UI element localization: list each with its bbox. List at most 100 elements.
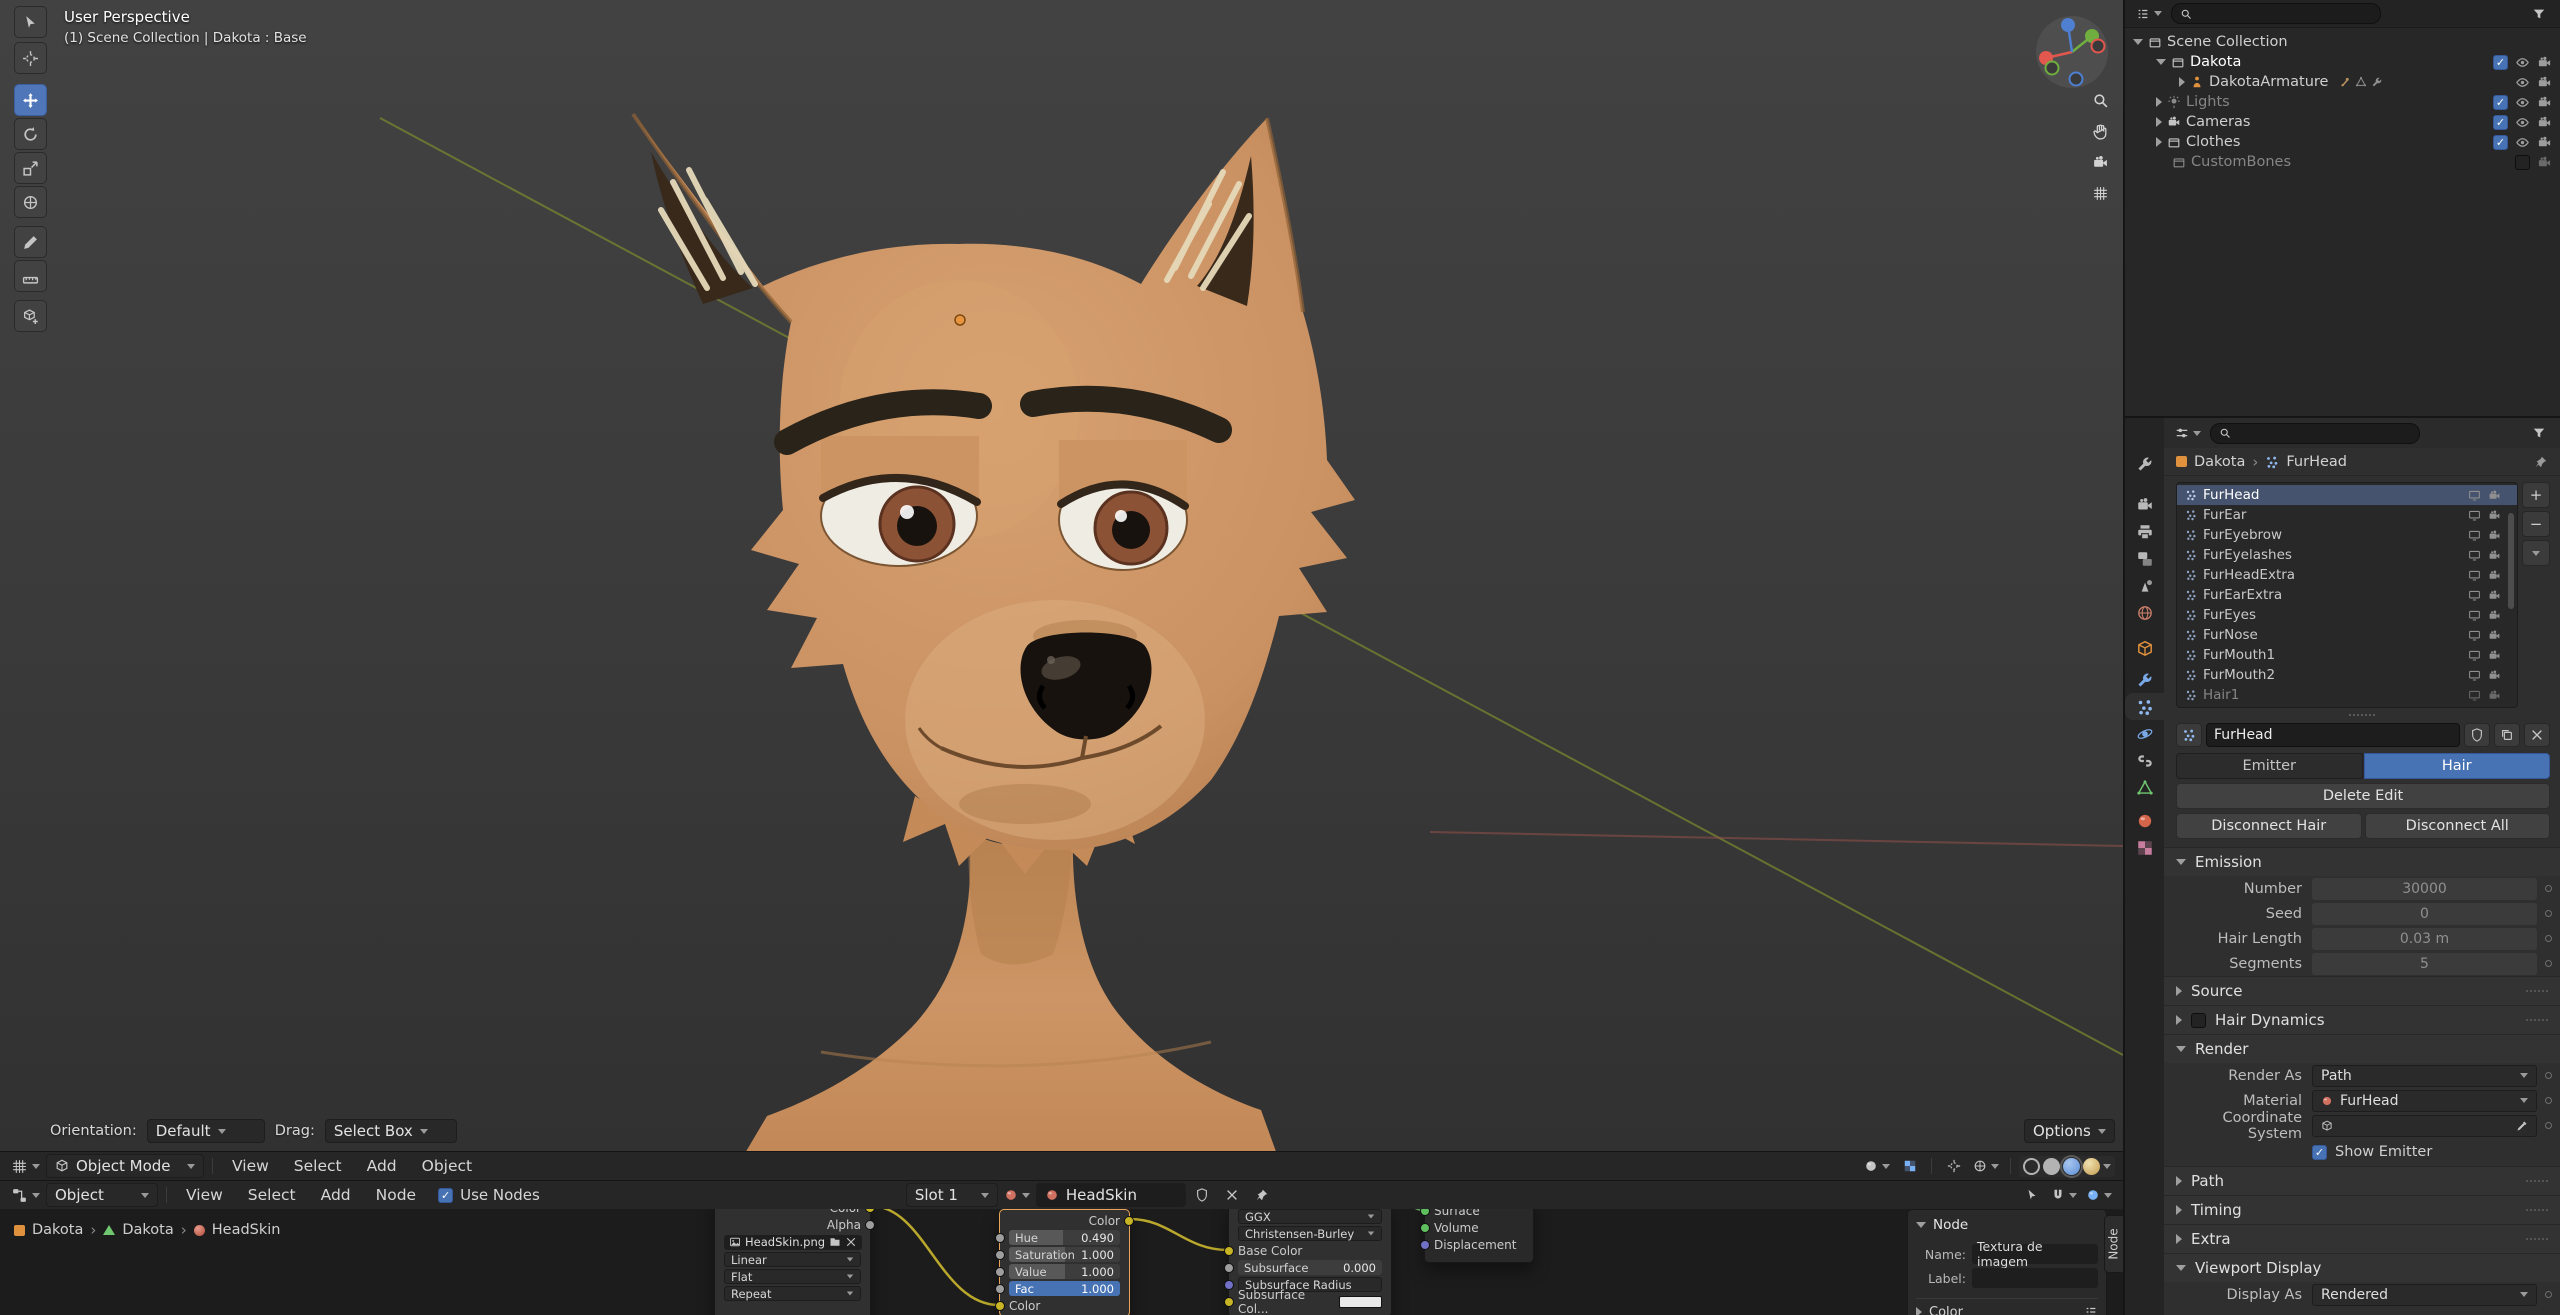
outliner-row-scene-collection[interactable]: Scene Collection [2125, 32, 2560, 52]
options-dropdown[interactable]: Options [2024, 1119, 2115, 1143]
disclosure-icon[interactable] [2156, 117, 2162, 127]
tab-object-data[interactable] [2125, 774, 2164, 801]
coordinate-system-field[interactable] [2312, 1114, 2537, 1137]
segments-field[interactable]: 5 [2312, 952, 2537, 975]
delete-edit-button[interactable]: Delete Edit [2176, 783, 2550, 809]
outliner-row-cameras[interactable]: Cameras [2125, 112, 2560, 132]
surface-input-socket[interactable] [1420, 1209, 1430, 1216]
menu-select[interactable]: Select [237, 1186, 307, 1204]
tool-annotate[interactable] [14, 226, 47, 258]
viewport-toggle-icon[interactable] [2468, 589, 2481, 602]
render-toggle-icon[interactable] [2488, 549, 2501, 562]
list-item[interactable]: FurNose [2177, 625, 2517, 645]
eyedropper-icon[interactable] [2516, 1120, 2528, 1132]
node-color-section[interactable]: Color [1916, 1302, 2098, 1315]
list-item[interactable]: FurEyes [2177, 605, 2517, 625]
list-item[interactable]: FurHead [2177, 485, 2517, 505]
sidebar-tab-node[interactable]: Node [2104, 1215, 2123, 1273]
exclude-checkbox[interactable] [2493, 134, 2508, 150]
volume-input-socket[interactable] [1420, 1222, 1430, 1233]
number-field[interactable]: 30000 [2312, 877, 2537, 900]
animate-dot[interactable] [2545, 1072, 2552, 1079]
list-item[interactable]: FurMouth1 [2177, 645, 2517, 665]
material-name-field[interactable]: HeadSkin [1035, 1183, 1186, 1207]
viewport-toggle-icon[interactable] [2468, 629, 2481, 642]
drag-dropdown[interactable]: Select Box [324, 1119, 457, 1143]
pin-icon[interactable] [2534, 455, 2548, 469]
snap-toggle[interactable] [2048, 1183, 2080, 1207]
saturation-slider[interactable]: Saturation 1.000 [1009, 1247, 1120, 1262]
browse-material-button[interactable] [1001, 1183, 1033, 1207]
viewport-toggle-icon[interactable] [2468, 569, 2481, 582]
animate-dot[interactable] [2545, 910, 2552, 917]
tool-add-cube[interactable] [14, 300, 47, 332]
subsurface-color-swatch[interactable] [1338, 1295, 1382, 1308]
outliner-row-dakota[interactable]: Dakota [2125, 52, 2560, 72]
disclosure-icon[interactable] [2133, 39, 2143, 45]
presets-list-icon[interactable] [2084, 1305, 2098, 1315]
render-as-dropdown[interactable]: Path [2312, 1064, 2537, 1087]
particle-settings-name-field[interactable]: FurHead [2206, 723, 2460, 747]
subsurface-input-socket[interactable] [1224, 1262, 1234, 1273]
exclude-checkbox[interactable] [2493, 54, 2508, 70]
color-output-socket[interactable] [865, 1209, 875, 1213]
show-emitter-checkbox[interactable] [2312, 1144, 2327, 1160]
displacement-input-socket[interactable] [1420, 1239, 1430, 1250]
disclosure-icon[interactable] [2156, 137, 2162, 147]
section-path[interactable]: Path [2164, 1166, 2560, 1195]
subsurface-slider[interactable]: Subsurface 0.000 [1238, 1260, 1382, 1275]
viewport-toggle-icon[interactable] [2468, 509, 2481, 522]
render-camera-icon[interactable] [2537, 115, 2552, 130]
shading-solid-button[interactable] [2043, 1157, 2060, 1175]
open-image-icon[interactable] [829, 1236, 841, 1248]
menu-add[interactable]: Add [310, 1186, 362, 1204]
render-camera-icon[interactable] [2537, 155, 2552, 170]
use-nodes-toggle[interactable]: Use Nodes [438, 1186, 540, 1204]
list-item[interactable]: FurMouth2 [2177, 665, 2517, 685]
particle-specials-button[interactable] [2522, 540, 2550, 566]
hide-eye-icon[interactable] [2515, 95, 2530, 110]
hsv-node[interactable]: Color Hue 0.490 Saturation 1.000 Value 1.00… [995, 1209, 1134, 1315]
animate-dot[interactable] [2545, 1097, 2552, 1104]
editor-type-outliner-button[interactable] [2133, 2, 2165, 26]
disclosure-icon[interactable] [2156, 59, 2166, 65]
remove-particle-system-button[interactable]: − [2522, 511, 2550, 537]
value-slider[interactable]: Value 1.000 [1009, 1264, 1120, 1279]
section-timing[interactable]: Timing [2164, 1195, 2560, 1224]
type-emitter-button[interactable]: Emitter [2176, 753, 2363, 779]
list-resize-grip[interactable] [2164, 710, 2560, 719]
menu-view[interactable]: View [221, 1157, 280, 1175]
viewport-toggle-icon[interactable] [2468, 609, 2481, 622]
shader-type-dropdown[interactable]: Object [46, 1183, 158, 1207]
shading-material-preview-button[interactable] [2060, 1154, 2083, 1178]
render-toggle-icon[interactable] [2488, 609, 2501, 622]
display-as-dropdown[interactable]: Rendered [2312, 1283, 2537, 1306]
value-input-socket[interactable] [995, 1266, 1005, 1277]
tab-texture[interactable] [2125, 834, 2164, 861]
alpha-output-socket[interactable] [865, 1219, 875, 1230]
tool-select-box[interactable] [14, 6, 47, 38]
outliner-row-custombones[interactable]: CustomBones [2125, 152, 2560, 172]
outliner-row-dakota-armature[interactable]: DakotaArmature [2125, 72, 2560, 92]
tab-physics[interactable] [2125, 720, 2164, 747]
fake-user-button[interactable] [1189, 1183, 1216, 1207]
projection-dropdown[interactable]: Flat [724, 1269, 861, 1284]
properties-search-field[interactable] [2210, 422, 2420, 444]
section-extra[interactable]: Extra [2164, 1224, 2560, 1253]
list-item[interactable]: Hair1 [2177, 685, 2517, 705]
color-output-socket[interactable] [1124, 1215, 1134, 1226]
render-camera-icon[interactable] [2537, 55, 2552, 70]
show-gizmo-toggle[interactable] [1940, 1154, 1967, 1178]
copy-settings-button[interactable] [2494, 723, 2520, 747]
menu-select[interactable]: Select [283, 1157, 353, 1175]
animate-dot[interactable] [2545, 1122, 2552, 1129]
tool-scale[interactable] [14, 152, 47, 184]
orientation-dropdown[interactable]: Default [146, 1119, 265, 1143]
tab-render[interactable] [2125, 491, 2164, 518]
hue-slider[interactable]: Hue 0.490 [1009, 1230, 1120, 1245]
animate-dot[interactable] [2545, 935, 2552, 942]
disclosure-icon[interactable] [2156, 97, 2162, 107]
tab-view-layer[interactable] [2125, 545, 2164, 572]
tool-cursor[interactable] [14, 42, 47, 74]
hide-eye-icon[interactable] [2515, 135, 2530, 150]
